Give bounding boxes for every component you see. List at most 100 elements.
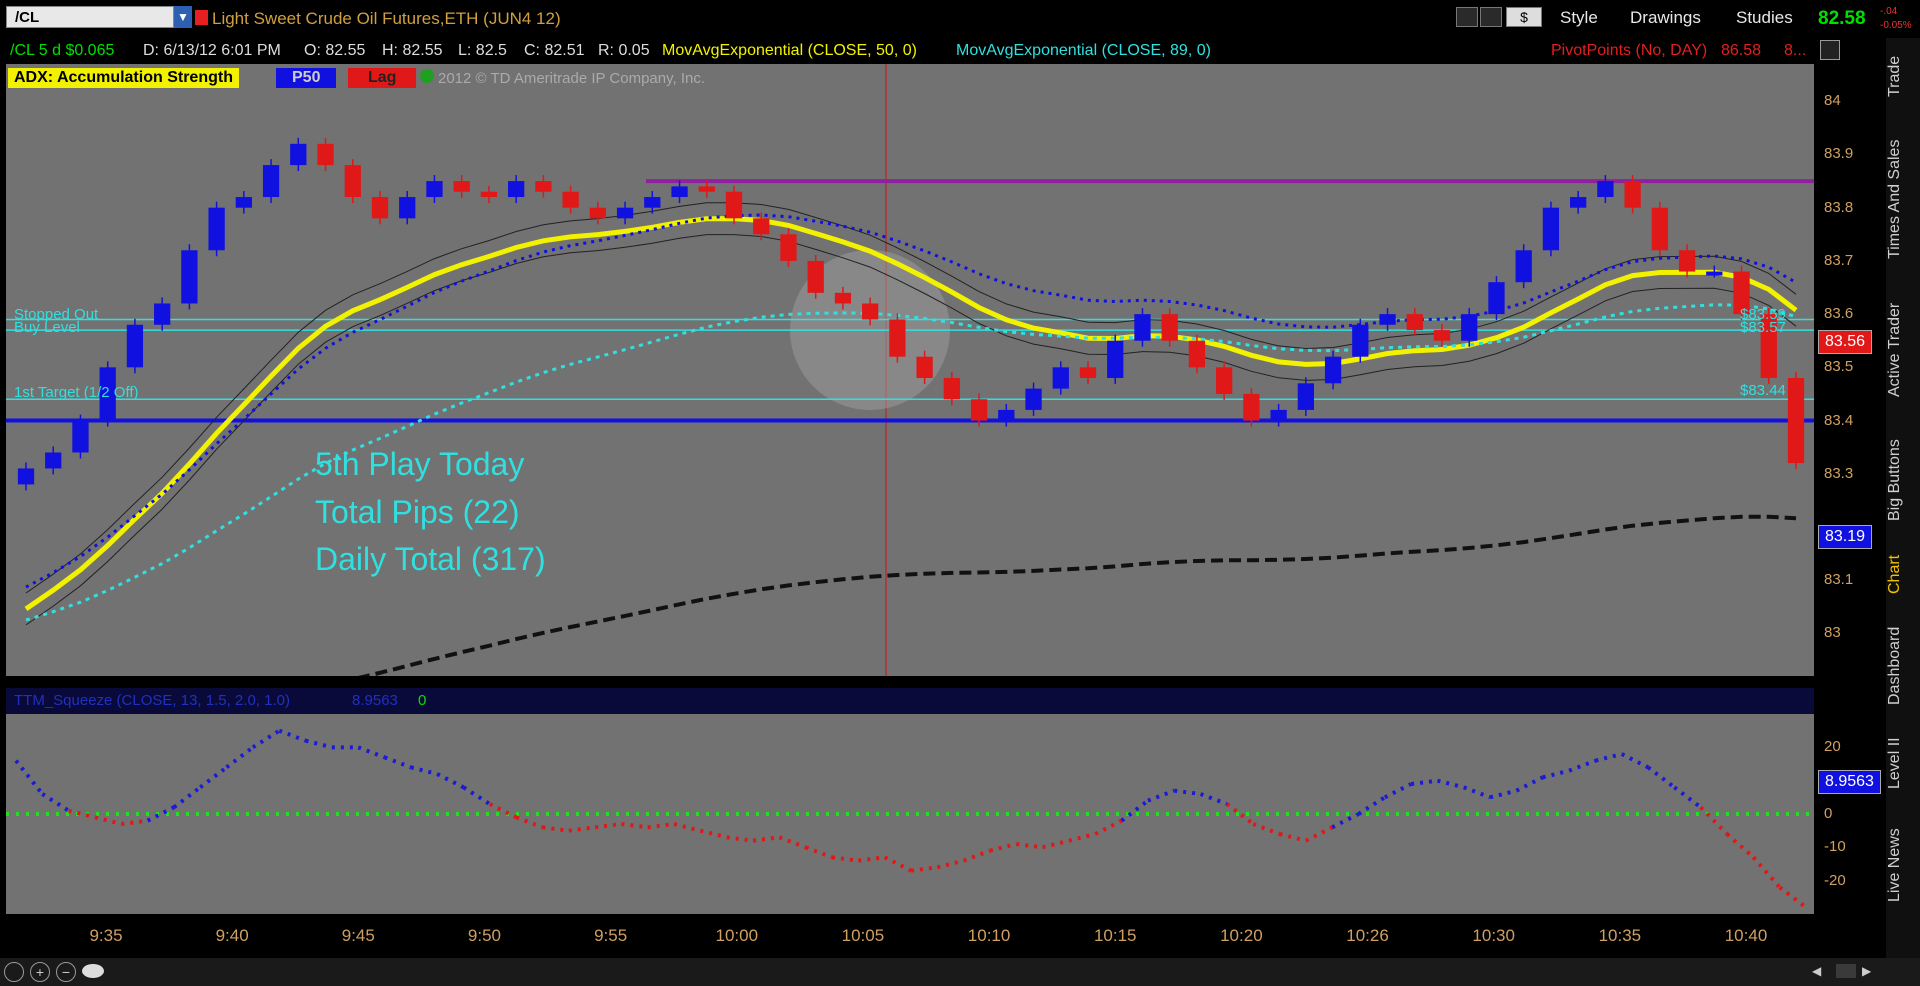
symbol-text: /CL — [15, 9, 40, 26]
price-chart[interactable]: ADX: Accumulation Strength P50 Lag 2012 … — [6, 64, 1814, 760]
squeeze-momentum-segment — [199, 765, 228, 789]
squeeze-momentum-segment — [1016, 842, 1043, 850]
lag-label: Lag — [348, 68, 417, 88]
candle-body — [1216, 367, 1233, 394]
sidebar-tab-trade[interactable]: Trade — [1886, 48, 1920, 104]
price-tick-label: 83.7 — [1824, 251, 1854, 269]
sidebar-tab-live-news[interactable]: Live News — [1886, 810, 1920, 920]
drawings-label: Drawings — [1630, 8, 1701, 27]
candle-body — [453, 181, 470, 192]
squeeze-momentum-segment — [673, 822, 701, 833]
price-tick-label: 83.9 — [1824, 145, 1854, 163]
squeeze-chart-svg — [6, 728, 1814, 909]
time-tick-label: 10:35 — [1598, 926, 1642, 945]
currency-button[interactable]: $ — [1506, 7, 1542, 27]
info-high: H: 82.55 — [382, 42, 443, 59]
wrench-icon[interactable] — [1480, 7, 1502, 27]
squeeze-momentum-segment — [1357, 795, 1386, 816]
squeeze-momentum-segment — [1173, 788, 1201, 796]
candle-body — [1107, 340, 1124, 378]
squeeze-momentum-segment — [172, 785, 202, 809]
sidebar-tab-times-and-sales[interactable]: Times And Sales — [1886, 124, 1920, 274]
squeeze-momentum-segment — [225, 745, 255, 769]
candle-body — [862, 303, 879, 320]
time-tick-label: 10:10 — [967, 926, 1011, 945]
info-pivot-more: 8... — [1784, 42, 1807, 59]
squeeze-momentum-segment — [778, 835, 807, 850]
squeeze-value: 8.9563 — [352, 692, 398, 709]
squeeze-momentum-segment — [146, 805, 175, 823]
candle-body — [344, 165, 361, 198]
info-dot-icon[interactable] — [420, 69, 434, 83]
squeeze-momentum-segment — [436, 772, 465, 790]
sidebar-tab-big-buttons[interactable]: Big Buttons — [1886, 424, 1920, 536]
candle-body — [1787, 377, 1805, 464]
zoom-out-icon[interactable]: − — [56, 962, 76, 982]
scroll-thumb[interactable] — [1836, 964, 1856, 978]
squeeze-momentum-segment — [858, 855, 885, 863]
candle-body — [1515, 250, 1532, 283]
squeeze-momentum-segment — [1699, 805, 1729, 836]
info-ma89: MovAvgExponential (CLOSE, 89, 0) — [956, 42, 1211, 59]
time-tick-label: 10:40 — [1724, 926, 1768, 945]
candle-body — [889, 319, 906, 357]
candle-body — [1352, 324, 1369, 357]
candle-body — [807, 260, 824, 293]
drawings-menu[interactable]: Drawings — [1630, 6, 1701, 30]
candle-body — [1406, 314, 1423, 331]
candle-body — [535, 181, 552, 192]
sidebar-tab-chart[interactable]: Chart — [1886, 546, 1920, 602]
squeeze-tick-label: -20 — [1824, 871, 1846, 889]
copyright: 2012 © TD Ameritrade IP Company, Inc. — [438, 70, 706, 87]
style-label: Style — [1560, 8, 1598, 27]
style-menu[interactable]: Style — [1560, 6, 1598, 30]
squeeze-momentum-segment — [594, 822, 622, 830]
squeeze-momentum-segment — [910, 865, 938, 873]
candle-body — [753, 218, 770, 235]
squeeze-chart[interactable] — [6, 714, 1814, 914]
sidebar-tab-active-trader[interactable]: Active Trader — [1886, 288, 1920, 412]
time-tick-label: 10:20 — [1220, 926, 1263, 945]
candle-body — [1624, 181, 1641, 208]
instrument-title: Light Sweet Crude Oil Futures,ETH (JUN4 … — [212, 9, 561, 28]
squeeze-momentum-segment — [383, 755, 412, 770]
symbol-input[interactable]: /CL — [6, 6, 174, 28]
squeeze-momentum-segment — [410, 765, 438, 776]
sidebar-tab-dashboard[interactable]: Dashboard — [1886, 616, 1920, 716]
info-date: D: 6/13/12 6:01 PM — [143, 42, 281, 59]
studies-menu[interactable]: Studies — [1736, 6, 1793, 30]
candle-body — [1542, 207, 1560, 251]
time-axis[interactable]: 9:35 9:40 9:45 9:50 9:55 10:00 10:05 10:10 10:15… — [6, 914, 1814, 958]
flag-icon[interactable] — [195, 10, 208, 25]
squeeze-momentum-segment — [1068, 832, 1096, 843]
info-pivot-value: 86.58 — [1721, 42, 1762, 59]
candle-body — [426, 181, 443, 198]
candle-body — [562, 191, 579, 208]
squeeze-momentum-segment — [1199, 792, 1228, 806]
zoom-in-icon[interactable]: + — [30, 962, 50, 982]
oval-tool-icon[interactable] — [82, 964, 104, 978]
price-chart-svg — [6, 64, 1814, 760]
squeeze-momentum-segment — [962, 848, 991, 863]
lower-study-header: TTM_Squeeze (CLOSE, 13, 1.5, 2.0, 1.0) 8… — [6, 688, 1814, 714]
crosshair-tool-icon[interactable] — [4, 962, 24, 982]
squeeze-badge: 8.9563 — [1818, 770, 1881, 794]
price-tick-label: 83.4 — [1824, 411, 1854, 429]
candle-body — [644, 197, 661, 208]
squeeze-momentum-segment — [1725, 832, 1755, 859]
expand-icon[interactable] — [1820, 40, 1840, 60]
scroll-right-icon[interactable]: ▶ — [1862, 964, 1871, 978]
sidebar-tab-level-ii[interactable]: Level II — [1886, 728, 1920, 798]
price-tick-label: 83.8 — [1824, 198, 1854, 216]
squeeze-momentum-segment — [14, 759, 44, 796]
level-badge: 83.19 — [1818, 525, 1873, 549]
symbol-dropdown-button[interactable]: ▼ — [174, 6, 192, 28]
crosshair-icon[interactable] — [1456, 7, 1478, 27]
squeeze-momentum-segment — [647, 822, 675, 830]
candle-body — [1270, 409, 1287, 421]
candle-body — [671, 186, 688, 198]
squeeze-momentum-segment — [1489, 788, 1517, 800]
daily-note: Daily Total (317) — [315, 541, 546, 577]
price-axis[interactable]: 8483.983.883.783.683.583.483.383.1832010… — [1814, 64, 1886, 914]
scroll-left-icon[interactable]: ◀ — [1812, 964, 1821, 978]
